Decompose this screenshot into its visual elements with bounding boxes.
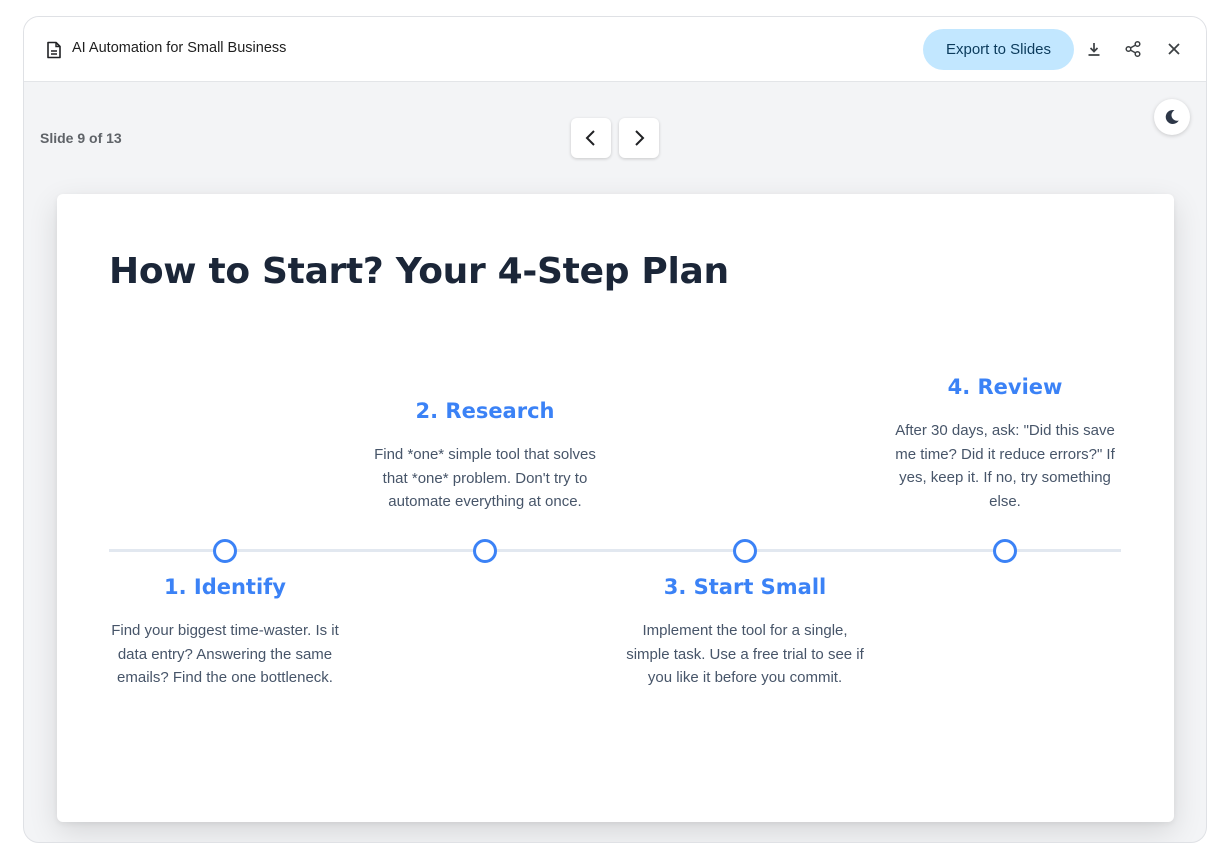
- top-bar: AI Automation for Small Business Export …: [24, 17, 1206, 82]
- presentation-window: AI Automation for Small Business Export …: [23, 16, 1207, 843]
- moon-icon: [1165, 109, 1179, 124]
- theme-toggle-button[interactable]: [1154, 99, 1190, 135]
- timeline-dot: [993, 539, 1017, 563]
- slide-canvas: How to Start? Your 4-Step Plan 1. Identi…: [57, 194, 1174, 822]
- step-1-title: 1. Identify: [163, 575, 286, 599]
- slide-counter: Slide 9 of 13: [40, 130, 122, 146]
- close-icon: [1168, 43, 1180, 55]
- chevron-right-icon: [635, 130, 645, 146]
- document-title: AI Automation for Small Business: [72, 40, 287, 56]
- download-icon: [1088, 43, 1100, 56]
- step-3-description: Implement the tool for a single, simple …: [626, 622, 864, 686]
- previous-slide-button[interactable]: [571, 118, 611, 158]
- step-4-description: After 30 days, ask: "Did this save me ti…: [895, 422, 1115, 510]
- slide-title: How to Start? Your 4-Step Plan: [109, 251, 729, 292]
- timeline-dot: [473, 539, 497, 563]
- export-to-slides-button[interactable]: Export to Slides: [923, 29, 1074, 70]
- download-button[interactable]: [1082, 37, 1106, 61]
- step-4-title: 4. Review: [947, 375, 1063, 399]
- share-icon: [1125, 40, 1141, 58]
- chevron-left-icon: [585, 130, 595, 146]
- timeline-line: [109, 549, 1121, 552]
- step-1-description: Find your biggest time-waster. Is it dat…: [111, 622, 339, 686]
- next-slide-button[interactable]: [619, 118, 659, 158]
- step-3-title: 3. Start Small: [663, 575, 827, 599]
- document-icon: [47, 41, 61, 59]
- close-button[interactable]: [1162, 37, 1186, 61]
- step-2-title: 2. Research: [415, 399, 555, 423]
- step-2-description: Find *one* simple tool that solves that …: [374, 446, 596, 510]
- share-button[interactable]: [1121, 37, 1145, 61]
- timeline-dot: [213, 539, 237, 563]
- timeline-dot: [733, 539, 757, 563]
